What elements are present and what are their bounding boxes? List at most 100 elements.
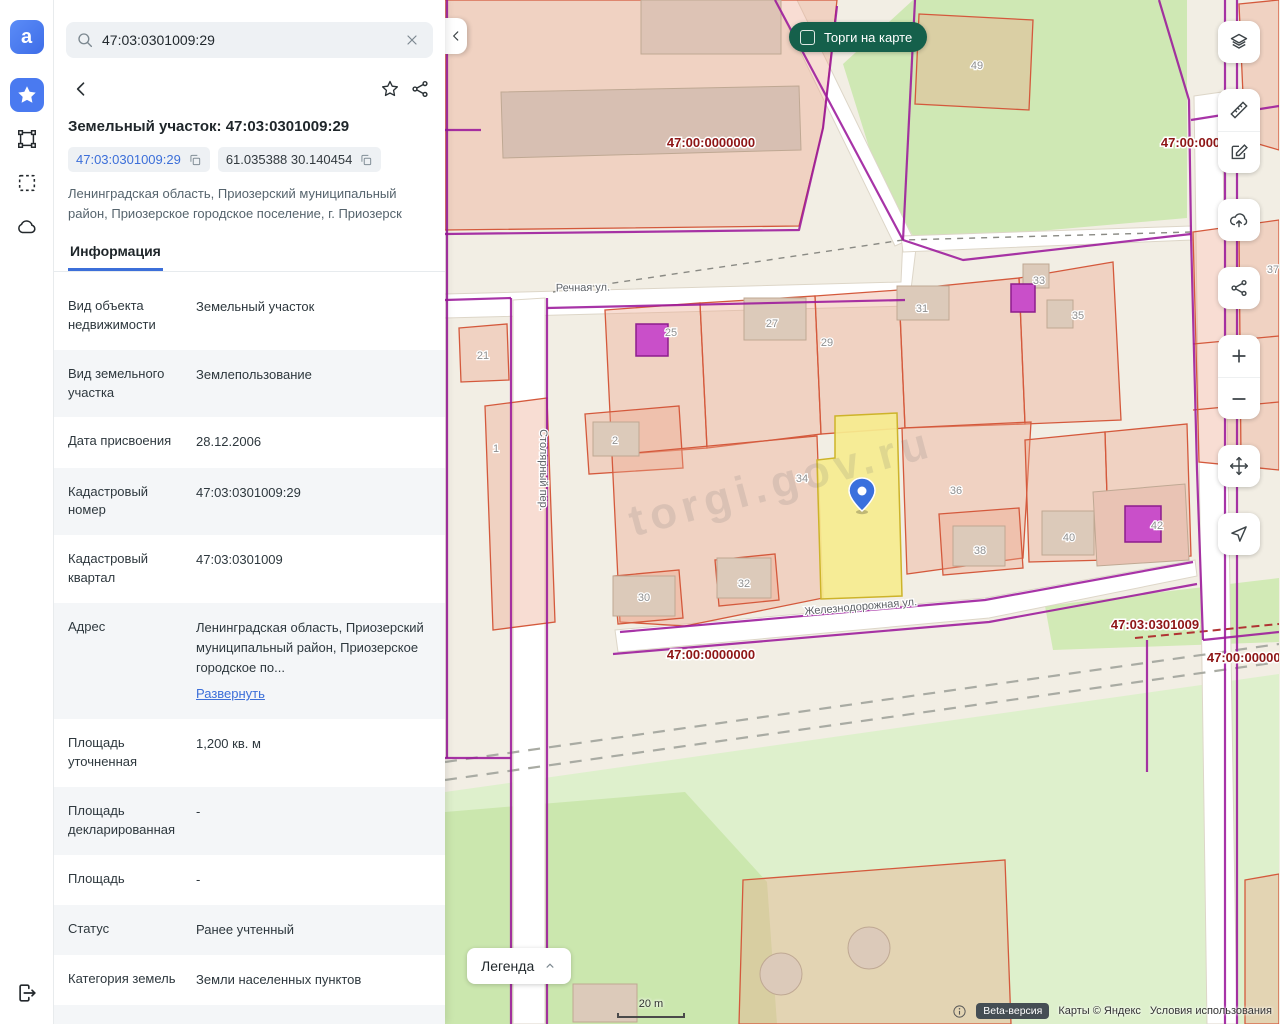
info-row: Площадь уточненная1,200 кв. м [54,719,445,787]
info-row-value: Ранее учтенный [188,905,445,955]
map-area[interactable]: torgi.gov.ru 47:00:000000047:00:00000004… [445,0,1280,1024]
cadastral-number-link[interactable]: 47:03:0301009:29 [76,152,181,167]
street-label: Столярный пер. [537,429,549,511]
torgi-label: Торги на карте [824,30,912,45]
quarter-label: 47:03:0301009 [1111,617,1199,632]
parcel-number: 27 [766,318,778,330]
info-row-value: - [188,787,445,855]
pan-button[interactable] [1218,445,1260,487]
cloud-button[interactable] [10,210,44,244]
coordinates-chip[interactable]: 61.035388 30.140454 [218,147,382,172]
info-row: Вид земельного участкаЗемлепользование [54,350,445,418]
cadastral-number-chip[interactable]: 47:03:0301009:29 [68,147,210,172]
info-row: Дата присвоения28.12.2006 [54,417,445,467]
upload-button[interactable] [1218,199,1260,241]
map-attribution: Beta-версия Карты © Яндекс Условия испол… [952,1003,1272,1019]
parcel-number: 37 [1267,264,1279,276]
quarter-label: 47:00:0000000 [667,135,755,150]
zoom-out-button[interactable] [1218,377,1260,419]
favorite-button[interactable] [375,74,405,104]
info-row: Площадь декларированная- [54,787,445,855]
torgi-checkbox[interactable] [800,30,815,45]
info-row-value: 28.12.2006 [188,417,445,467]
toolbar-group [1218,445,1260,487]
parcel-number: 40 [1063,532,1075,544]
rail-nav: a [10,20,44,244]
terms-link[interactable]: Условия использования [1150,1005,1272,1017]
measure-button[interactable] [1218,89,1260,131]
favorites-button[interactable] [10,78,44,112]
logout-button[interactable] [10,976,44,1010]
address-text: Ленинградская область, Приозерский муниц… [68,184,431,223]
parcel-number: 29 [821,337,833,349]
info-row-label: Кадастровый квартал [54,535,188,603]
info-row: СтатусРанее учтенный [54,905,445,955]
draw-icon [1229,143,1249,163]
tab-information[interactable]: Информация [68,235,163,271]
back-button[interactable] [66,74,96,104]
search-input[interactable] [102,32,393,48]
info-row-value: Ленинградская область, Приозерский муниц… [188,603,445,720]
info-row-value: - [188,855,445,905]
search-icon [76,31,94,49]
draw-button[interactable] [1218,131,1260,173]
rail: a [0,0,54,1024]
copy-icon[interactable] [188,153,202,167]
legend-button[interactable]: Легенда [467,948,571,984]
poly-icon [16,128,38,150]
street-label: Речная ул. [556,282,610,295]
info-row-label: Площадь декларированная [54,787,188,855]
info-row-label: Категория земель [54,955,188,1005]
parcel-number: 2 [612,435,618,447]
search-bar [66,22,433,58]
cadastral-map[interactable]: torgi.gov.ru 47:00:000000047:00:00000004… [445,0,1279,1024]
clear-search-button[interactable] [401,29,423,51]
quarter-label: 47:00:0000000 [667,647,755,662]
parcel-number: 42 [1151,520,1163,532]
star-icon [16,84,38,106]
exit-icon [16,982,38,1004]
info-row: АдресЛенинградская область, Приозерский … [54,603,445,720]
info-row: Категория земельЗемли населенных пунктов [54,955,445,1005]
dashed-square-icon [16,172,38,194]
zoom-in-button[interactable] [1218,335,1260,377]
yandex-copyright-link[interactable]: Карты © Яндекс [1058,1005,1141,1017]
copy-icon[interactable] [359,153,373,167]
polygon-tool-button[interactable] [10,122,44,156]
torgi-toggle[interactable]: Торги на карте [789,22,927,52]
info-row-value: Земельный участок [188,282,445,350]
share-icon [1229,278,1249,298]
legend-label: Легенда [481,958,534,974]
info-row: Кадастровый квартал47:03:0301009 [54,535,445,603]
coordinates-value: 61.035388 30.140454 [226,152,353,167]
plus-icon [1229,346,1249,366]
app-root: a Земельный участок: 47:03:0301009:29 47… [0,0,1280,1024]
expand-address-link[interactable]: Развернуть [196,684,265,704]
ruler-icon [1229,100,1249,120]
map-toolbar [1218,21,1260,555]
info-row: Вид разрешенного использованиядля индиви… [54,1005,445,1024]
app-logo[interactable]: a [10,20,44,54]
scale-bar: 20 m [617,994,685,1018]
chevron-up-icon [543,959,557,973]
info-row-label: Вид объекта недвижимости [54,282,188,350]
area-select-button[interactable] [10,166,44,200]
locate-button[interactable] [1218,513,1260,555]
map-share-button[interactable] [1218,267,1260,309]
info-row-label: Площадь уточненная [54,719,188,787]
info-row-label: Вид разрешенного использования [54,1005,188,1024]
toolbar-group [1218,89,1260,173]
chips-row: 47:03:0301009:29 61.035388 30.140454 [68,147,431,172]
scale-line [617,1013,685,1018]
info-row-label: Адрес [54,603,188,720]
info-icon[interactable] [952,1004,967,1019]
collapse-panel-button[interactable] [445,18,467,54]
toolbar-group [1218,21,1260,63]
map-layers-button[interactable] [1218,21,1260,63]
app-logo-glyph: a [21,26,32,49]
info-row: Кадастровый номер47:03:0301009:29 [54,468,445,536]
toolbar-group [1218,199,1260,241]
parcel-number: 49 [971,60,983,72]
share-button[interactable] [405,74,435,104]
info-row-label: Статус [54,905,188,955]
